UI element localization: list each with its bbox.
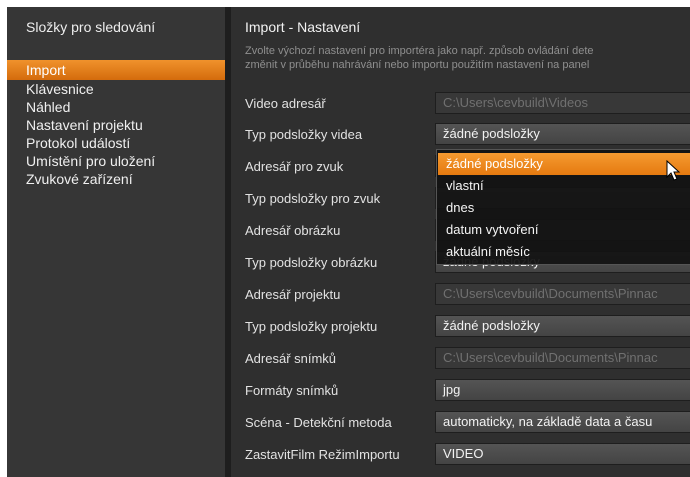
- snapshot-format-select[interactable]: jpg: [435, 379, 690, 401]
- mouse-pointer-icon: [666, 160, 681, 181]
- audio-subfolder-label: Typ podsložky pro zvuk: [245, 191, 381, 206]
- image-folder-label: Adresář obrázku: [245, 223, 341, 238]
- dropdown-option-current-month[interactable]: aktuální měsíc: [438, 241, 690, 263]
- setting-row-stop-film-import-mode: ZastavitFilm RežimImportu VIDEO: [231, 443, 690, 467]
- sidebar-title: Složky pro sledování: [26, 19, 156, 35]
- sidebar-item-save-locations[interactable]: Umístění pro uložení: [7, 152, 225, 170]
- page-title: Import - Nastavení: [245, 19, 361, 35]
- description: Zvolte výchozí nastavení pro importéra j…: [245, 44, 594, 72]
- sidebar-item-project-settings[interactable]: Nastavení projektu: [7, 116, 225, 134]
- video-subfolder-label: Typ podsložky videa: [245, 127, 363, 142]
- setting-row-project-folder: Adresář projektu C:\Users\cevbuild\Docum…: [231, 283, 690, 307]
- sidebar-list: Import Klávesnice Náhled Nastavení proje…: [7, 60, 225, 188]
- description-line-1: Zvolte výchozí nastavení pro importéra j…: [245, 45, 594, 57]
- sidebar-item-import[interactable]: Import: [7, 60, 225, 80]
- snapshot-folder-label: Adresář snímků: [245, 351, 337, 366]
- video-folder-label: Video adresář: [245, 96, 326, 111]
- sidebar-item-audio-device[interactable]: Zvukové zařízení: [7, 170, 225, 188]
- project-subfolder-label: Typ podsložky projektu: [245, 319, 378, 334]
- video-subfolder-select[interactable]: žádné podsložky: [435, 123, 690, 145]
- setting-row-video-folder: Video adresář C:\Users\cevbuild\Videos: [231, 92, 690, 116]
- sidebar-item-keyboard[interactable]: Klávesnice: [7, 80, 225, 98]
- project-folder-label: Adresář projektu: [245, 287, 341, 302]
- setting-row-snapshot-folder: Adresář snímků C:\Users\cevbuild\Documen…: [231, 347, 690, 371]
- audio-folder-label: Adresář pro zvuk: [245, 159, 344, 174]
- scene-detection-label: Scéna - Detekční metoda: [245, 415, 392, 430]
- stop-film-import-mode-select[interactable]: VIDEO: [435, 443, 690, 465]
- settings-panel: Import - Nastavení Zvolte výchozí nastav…: [231, 7, 690, 477]
- dropdown-option-none[interactable]: žádné podsložky: [438, 153, 690, 175]
- video-folder-field[interactable]: C:\Users\cevbuild\Videos: [435, 92, 690, 114]
- video-subfolder-dropdown: žádné podsložky vlastní dnes datum vytvo…: [436, 149, 690, 265]
- setting-row-video-subfolder: Typ podsložky videa žádné podsložky: [231, 123, 690, 147]
- image-subfolder-label: Typ podsložky obrázku: [245, 255, 378, 270]
- sidebar-item-preview[interactable]: Náhled: [7, 98, 225, 116]
- setting-row-scene-detection: Scéna - Detekční metoda automaticky, na …: [231, 411, 690, 435]
- scene-detection-select[interactable]: automaticky, na základě data a času: [435, 411, 690, 433]
- preferences-window: Složky pro sledování Import Klávesnice N…: [7, 7, 690, 477]
- stop-film-import-mode-label: ZastavitFilm RežimImportu: [245, 447, 400, 462]
- sidebar: Složky pro sledování Import Klávesnice N…: [7, 7, 225, 477]
- dropdown-option-created-date[interactable]: datum vytvoření: [438, 219, 690, 241]
- sidebar-item-event-log[interactable]: Protokol událostí: [7, 134, 225, 152]
- dropdown-option-today[interactable]: dnes: [438, 197, 690, 219]
- snapshot-format-label: Formáty snímků: [245, 383, 339, 398]
- setting-row-snapshot-format: Formáty snímků jpg: [231, 379, 690, 403]
- dropdown-option-custom[interactable]: vlastní: [438, 175, 690, 197]
- description-line-2: změnit v průběhu nahrávání nebo importu …: [245, 59, 590, 71]
- project-subfolder-select[interactable]: žádné podsložky: [435, 315, 690, 337]
- snapshot-folder-field[interactable]: C:\Users\cevbuild\Documents\Pinnac: [435, 347, 690, 369]
- project-folder-field[interactable]: C:\Users\cevbuild\Documents\Pinnac: [435, 283, 690, 305]
- setting-row-project-subfolder: Typ podsložky projektu žádné podsložky: [231, 315, 690, 339]
